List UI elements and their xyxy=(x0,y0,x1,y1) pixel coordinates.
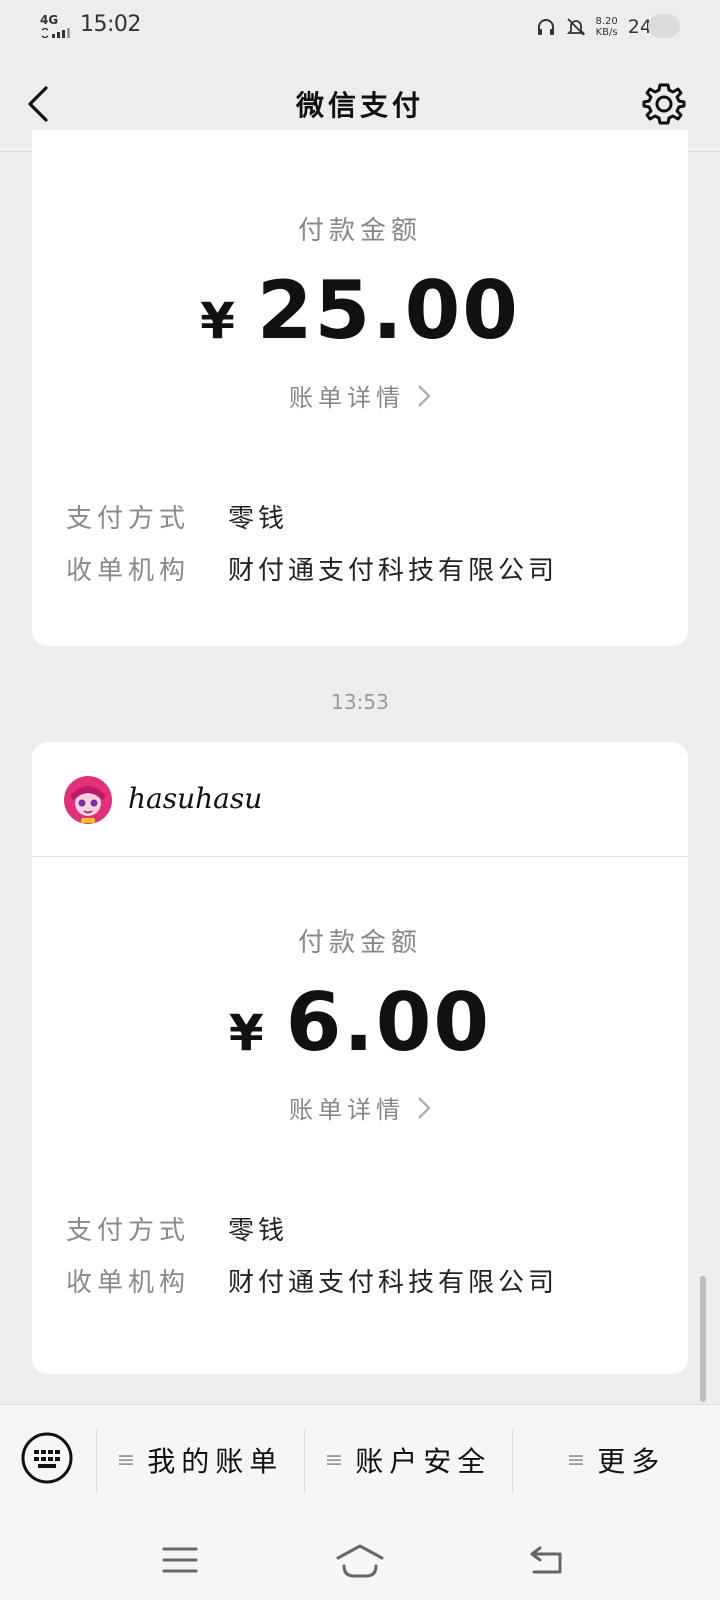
menu-divider xyxy=(96,1429,97,1493)
network-type: 4G xyxy=(40,13,59,27)
menu-divider xyxy=(304,1429,305,1493)
bill-detail-label: 账单详情 xyxy=(289,384,405,412)
currency-symbol: ¥ xyxy=(200,292,235,350)
network-speed: 8.20 KB/s xyxy=(596,16,618,38)
bill-detail-link[interactable]: 账单详情 xyxy=(32,378,688,413)
menu-label: 我的账单 xyxy=(147,1445,284,1478)
payment-card: hasuhasu 付款金额 ¥ 6.00 账单详情 支付方式 零钱 收单机构 财… xyxy=(32,742,688,1374)
speed-value: 8.20 xyxy=(595,16,618,27)
bill-detail-label: 账单详情 xyxy=(289,1096,405,1124)
battery-icon xyxy=(648,14,680,38)
menu-my-bills[interactable]: ≡ 我的账单 xyxy=(100,1427,300,1493)
signal-icon xyxy=(41,28,70,38)
amount-value: 6.00 xyxy=(285,976,492,1069)
avatar xyxy=(64,776,112,824)
acquirer-row: 收单机构 财付通支付科技有限公司 xyxy=(66,550,558,587)
acquirer-row: 收单机构 财付通支付科技有限公司 xyxy=(66,1262,558,1299)
bill-detail-link[interactable]: 账单详情 xyxy=(32,1090,688,1125)
scrollbar[interactable] xyxy=(700,1276,706,1402)
payment-card: 付款金额 ¥ 25.00 账单详情 支付方式 零钱 收单机构 财付通支付科技有限… xyxy=(32,130,688,646)
payment-amount: ¥ 6.00 xyxy=(32,976,688,1069)
menu-icon: ≡ xyxy=(324,1447,344,1473)
headphones-icon xyxy=(537,19,554,35)
menu-divider xyxy=(512,1429,513,1493)
payment-method-key: 支付方式 xyxy=(66,1216,191,1246)
merchant-name: hasuhasu xyxy=(128,782,263,815)
payment-amount: ¥ 25.00 xyxy=(32,264,688,357)
acquirer-value: 财付通支付科技有限公司 xyxy=(228,1268,559,1298)
keyboard-icon[interactable] xyxy=(20,1431,74,1485)
back-arrow-icon[interactable] xyxy=(526,1540,570,1580)
payment-method-value: 零钱 xyxy=(228,504,289,534)
payment-method-key: 支付方式 xyxy=(66,504,191,534)
menu-icon: ≡ xyxy=(566,1447,586,1473)
payment-method-value: 零钱 xyxy=(228,1216,289,1246)
page-title: 微信支付 xyxy=(295,89,424,122)
menu-label: 账户安全 xyxy=(355,1445,492,1478)
menu-account-security[interactable]: ≡ 账户安全 xyxy=(308,1427,508,1493)
menu-label: 更多 xyxy=(597,1445,666,1478)
menu-icon: ≡ xyxy=(116,1447,136,1473)
chevron-right-icon xyxy=(418,1096,431,1119)
payment-method-row: 支付方式 零钱 xyxy=(66,498,288,535)
acquirer-value: 财付通支付科技有限公司 xyxy=(228,556,559,586)
chevron-right-icon xyxy=(418,384,431,407)
home-icon[interactable] xyxy=(334,1540,386,1580)
menu-icon[interactable] xyxy=(158,1540,202,1580)
amount-label: 付款金额 xyxy=(297,928,422,958)
speed-unit: KB/s xyxy=(595,27,618,38)
merchant-header[interactable]: hasuhasu xyxy=(32,742,688,857)
system-navigation-bar xyxy=(0,1518,720,1600)
status-bar: 4G 15:02 8.20 KB/s 24% xyxy=(0,0,720,54)
acquirer-key: 收单机构 xyxy=(66,556,191,586)
gear-icon[interactable] xyxy=(642,82,686,126)
menu-more[interactable]: ≡ 更多 xyxy=(516,1427,716,1493)
mute-notification-icon xyxy=(566,18,585,36)
amount-value: 25.00 xyxy=(256,264,520,357)
status-time: 15:02 xyxy=(80,12,141,37)
amount-label: 付款金额 xyxy=(297,216,422,246)
acquirer-key: 收单机构 xyxy=(66,1268,191,1298)
payment-method-row: 支付方式 零钱 xyxy=(66,1210,288,1247)
currency-symbol: ¥ xyxy=(228,1004,264,1062)
bottom-menu-bar: ≡ 我的账单 ≡ 账户安全 ≡ 更多 xyxy=(0,1404,720,1518)
message-timestamp: 13:53 xyxy=(331,690,389,714)
